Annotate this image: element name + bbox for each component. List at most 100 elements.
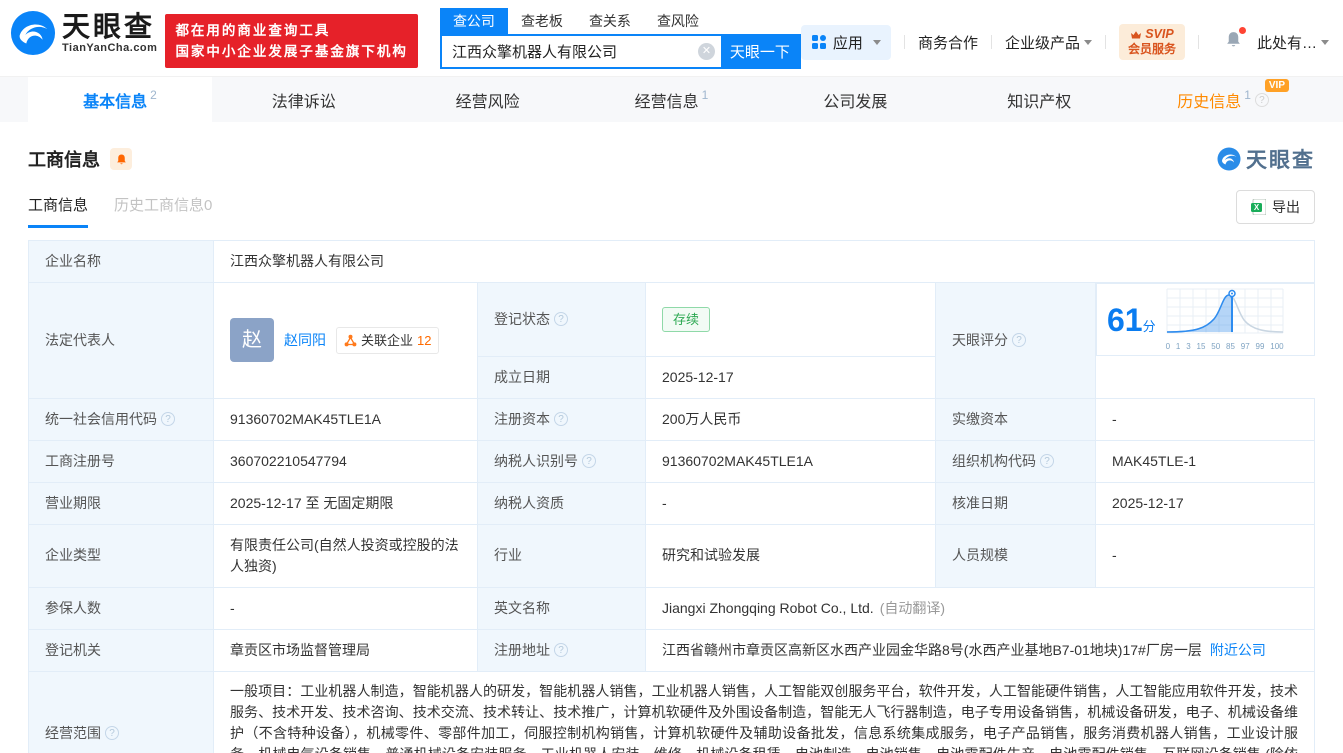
help-icon[interactable]: ? (554, 643, 568, 657)
legal-rep-label: 法定代表人 (28, 282, 214, 399)
table-row: 营业期限 2025-12-17 至 无固定期限 纳税人资质 - 核准日期 202… (28, 481, 1315, 525)
table-row: 参保人数 - 英文名称 Jiangxi Zhongqing Robot Co.,… (28, 586, 1315, 630)
tab-basic-info[interactable]: 基本信息 2 (28, 77, 212, 122)
tab-legal-proceedings[interactable]: 法律诉讼 (212, 77, 396, 122)
help-icon[interactable]: ? (1012, 333, 1026, 348)
status-badge: 存续 (662, 306, 711, 332)
brand-name: 天眼查 (62, 11, 156, 42)
cooperation-link[interactable]: 商务合作 (918, 32, 978, 53)
reg-number-value: 360702210547794 (213, 439, 478, 483)
search-button[interactable]: 天眼一下 (720, 36, 799, 67)
legal-rep-link[interactable]: 赵同阳 (284, 330, 326, 351)
tab-label: 知识产权 (1007, 93, 1072, 111)
tab-intellectual-property[interactable]: 知识产权 (947, 77, 1131, 122)
table-row: 法定代表人 赵 赵同阳 关联企业 12 登记状态? 存续 天眼评分 ? 61分 … (28, 282, 1315, 399)
brand-domain: TianYanCha.com (62, 42, 158, 54)
divider (990, 35, 992, 49)
search-tabs: 查公司 查老板 查关系 查风险 (439, 8, 801, 34)
site-logo[interactable]: 天眼查 TianYanCha.com (10, 10, 157, 56)
divider (1197, 35, 1199, 49)
nearby-companies-link[interactable]: 附近公司 (1210, 642, 1266, 658)
business-term-value: 2025-12-17 至 无固定期限 (213, 481, 478, 525)
svip-member-button[interactable]: SVIP 会员服务 (1118, 24, 1185, 60)
help-icon[interactable]: ? (161, 412, 175, 426)
score-value: 61 (1107, 301, 1143, 338)
org-code-value: MAK45TLE-1 (1095, 439, 1315, 483)
approval-date-value: 2025-12-17 (1095, 481, 1315, 525)
section-title: 工商信息 (28, 150, 100, 170)
slogan-line2: 国家中小企业发展子基金旗下机构 (175, 44, 408, 59)
credit-code-label: 统一社会信用代码? (28, 397, 214, 441)
insured-count-label: 参保人数 (28, 586, 214, 630)
help-icon[interactable]: ? (554, 312, 568, 327)
tab-label: 基本信息 (83, 93, 148, 111)
logo-text: 天眼查 TianYanCha.com (62, 11, 158, 55)
subtab-business-info[interactable]: 工商信息 (28, 194, 89, 228)
table-row: 经营范围? 一般项目：工业机器人制造，智能机器人的研发，智能机器人销售，工业机器… (28, 670, 1315, 753)
avatar[interactable]: 赵 (230, 318, 274, 363)
search-tab-company[interactable]: 查公司 (439, 8, 508, 34)
chevron-down-icon (1321, 39, 1329, 45)
notification-dot (1238, 27, 1246, 34)
related-label: 关联企业 (361, 332, 414, 348)
tab-history-info[interactable]: VIP 历史信息 1 ? (1131, 77, 1315, 122)
help-icon[interactable]: ? (554, 412, 568, 426)
divider (903, 35, 905, 49)
user-menu-label: 此处有… (1256, 34, 1317, 52)
excel-icon: X (1251, 199, 1266, 215)
reg-address-label: 注册地址? (477, 628, 646, 672)
score-label: 天眼评分? (935, 282, 1096, 399)
help-icon[interactable]: ? (1254, 92, 1269, 107)
staff-size-value: - (1095, 523, 1315, 588)
business-info-table: 企业名称 江西众擎机器人有限公司 法定代表人 赵 赵同阳 关联企业 12 登记状… (28, 240, 1315, 753)
establish-date-value: 2025-12-17 (645, 355, 936, 399)
taxpayer-id-label: 纳税人识别号? (477, 439, 646, 483)
taxpayer-id-value: 91360702MAK45TLE1A (645, 439, 936, 483)
export-button[interactable]: X 导出 (1236, 190, 1315, 224)
search-input[interactable] (441, 36, 721, 67)
search-tab-boss[interactable]: 查老板 (508, 8, 576, 34)
company-type-value: 有限责任公司(自然人投资或控股的法人独资) (213, 523, 478, 588)
reg-capital-label: 注册资本? (477, 397, 646, 441)
search-tab-risk[interactable]: 查风险 (644, 8, 712, 34)
subscribe-bell-icon[interactable] (110, 148, 132, 170)
tab-operating-risk[interactable]: 经营风险 (396, 77, 580, 122)
notification-bell-icon[interactable] (1224, 27, 1246, 54)
table-row: 统一社会信用代码? 91360702MAK45TLE1A 注册资本? 200万人… (28, 397, 1315, 441)
english-name-label: 英文名称 (477, 586, 646, 630)
business-scope-value: 一般项目：工业机器人制造，智能机器人的研发，智能机器人销售，工业机器人销售，人工… (213, 670, 1315, 753)
clear-icon[interactable]: ✕ (697, 43, 715, 60)
enterprise-products-menu[interactable]: 企业级产品 (1005, 32, 1092, 53)
apps-menu[interactable]: 应用 (800, 24, 891, 60)
svip-label: SVIP (1145, 27, 1174, 41)
company-nav-bar: 基本信息 2 法律诉讼 经营风险 经营信息 1 公司发展 知识产权 VIP 历史… (0, 76, 1343, 122)
tianyancha-watermark-icon (1217, 147, 1241, 171)
reg-number-label: 工商注册号 (28, 439, 214, 483)
score-curve-chart: 0 1 3 15 50 85 97 99 100 (1166, 288, 1284, 351)
industry-label: 行业 (477, 523, 646, 588)
apps-grid-icon (811, 35, 826, 49)
help-icon[interactable]: ? (105, 726, 119, 740)
related-companies-badge[interactable]: 关联企业 12 (336, 326, 440, 354)
network-icon (344, 334, 357, 347)
tab-company-development[interactable]: 公司发展 (763, 77, 947, 122)
help-icon[interactable]: ? (1040, 454, 1054, 468)
legal-rep-cell: 赵 赵同阳 关联企业 12 (213, 282, 478, 399)
user-menu[interactable]: 此处有… (1257, 32, 1329, 53)
search-tab-relation[interactable]: 查关系 (576, 8, 644, 34)
paid-capital-label: 实缴资本 (935, 397, 1096, 441)
auto-translate-note: (自动翻译) (879, 599, 946, 616)
site-header: 天眼查 TianYanCha.com 都在用的商业查询工具 国家中小企业发展子基… (0, 0, 1343, 76)
bell-curve-icon (1166, 288, 1284, 334)
score-unit: 分 (1142, 318, 1156, 334)
watermark-logo: 天眼查 (1217, 144, 1315, 174)
tab-operating-info[interactable]: 经营信息 1 (580, 77, 764, 122)
subtab-history-business-info[interactable]: 历史工商信息0 (114, 194, 212, 228)
taxpayer-quality-label: 纳税人资质 (477, 481, 646, 525)
tab-label: 公司发展 (823, 93, 888, 111)
table-row: 企业类型 有限责任公司(自然人投资或控股的法人独资) 行业 研究和试验发展 人员… (28, 523, 1315, 588)
table-row: 登记机关 章贡区市场监督管理局 注册地址? 江西省赣州市章贡区高新区水西产业园金… (28, 628, 1315, 672)
score-cell[interactable]: 61分 0 1 3 15 50 85 97 99 100 (1096, 283, 1315, 356)
help-icon[interactable]: ? (582, 454, 596, 468)
header-right-nav: 应用 商务合作 企业级产品 SVIP 会员服务 此处有… (800, 24, 1329, 60)
